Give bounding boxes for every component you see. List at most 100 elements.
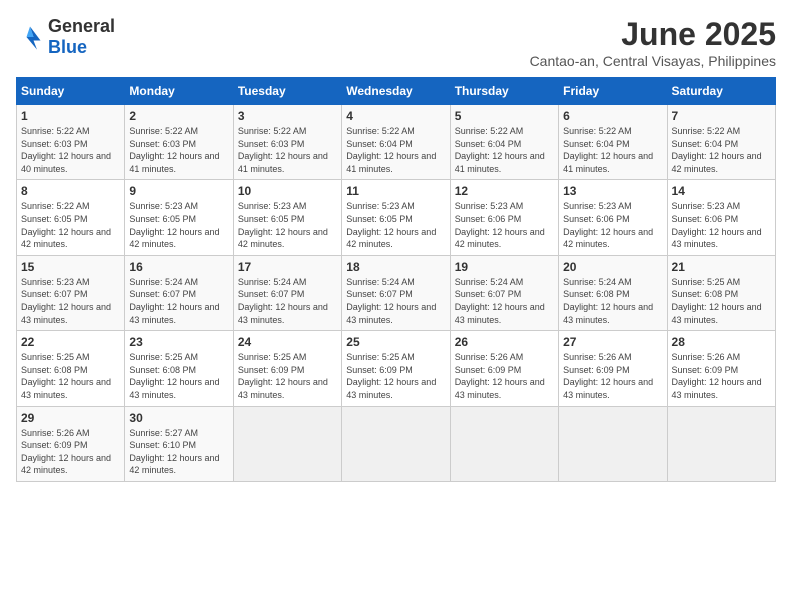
header-thursday: Thursday <box>450 78 558 105</box>
day-info: Sunrise: 5:25 AMSunset: 6:08 PMDaylight:… <box>672 276 771 326</box>
table-row: 19 Sunrise: 5:24 AMSunset: 6:07 PMDayligh… <box>450 255 558 330</box>
table-row: 18Sunrise: 5:24 AMSunset: 6:07 PMDayligh… <box>342 255 450 330</box>
day-info: Sunrise: 5:22 AMSunset: 6:04 PMDaylight:… <box>455 125 554 175</box>
table-row: 16 Sunrise: 5:24 AMSunset: 6:07 PMDayligh… <box>125 255 233 330</box>
day-info: Sunrise: 5:23 AMSunset: 6:05 PMDaylight:… <box>346 200 445 250</box>
day-info: Sunrise: 5:24 AMSunset: 6:07 PMDaylight:… <box>129 276 228 326</box>
day-info: Sunrise: 5:23 AMSunset: 6:05 PMDaylight:… <box>238 200 337 250</box>
day-number: 14 <box>672 184 771 198</box>
day-number: 5 <box>455 109 554 123</box>
day-number: 11 <box>346 184 445 198</box>
table-row: 9 Sunrise: 5:23 AMSunset: 6:05 PMDaylight… <box>125 180 233 255</box>
day-info: Sunrise: 5:23 AMSunset: 6:06 PMDaylight:… <box>563 200 662 250</box>
day-number: 25 <box>346 335 445 349</box>
table-row <box>342 406 450 481</box>
day-info: Sunrise: 5:24 AMSunset: 6:07 PMDaylight:… <box>238 276 337 326</box>
table-row: 26 Sunrise: 5:26 AMSunset: 6:09 PMDayligh… <box>450 331 558 406</box>
day-info: Sunrise: 5:25 AMSunset: 6:08 PMDaylight:… <box>129 351 228 401</box>
day-info: Sunrise: 5:24 AMSunset: 6:08 PMDaylight:… <box>563 276 662 326</box>
day-info: Sunrise: 5:24 AMSunset: 6:07 PMDaylight:… <box>346 276 445 326</box>
calendar-week-row: 1Sunrise: 5:22 AMSunset: 6:03 PMDaylight… <box>17 105 776 180</box>
day-info: Sunrise: 5:22 AMSunset: 6:04 PMDaylight:… <box>346 125 445 175</box>
table-row: 20 Sunrise: 5:24 AMSunset: 6:08 PMDayligh… <box>559 255 667 330</box>
day-info: Sunrise: 5:23 AMSunset: 6:05 PMDaylight:… <box>129 200 228 250</box>
day-number: 6 <box>563 109 662 123</box>
calendar-week-row: 15 Sunrise: 5:23 AMSunset: 6:07 PMDayligh… <box>17 255 776 330</box>
logo-general: General <box>48 16 115 36</box>
day-number: 28 <box>672 335 771 349</box>
day-number: 15 <box>21 260 120 274</box>
header-friday: Friday <box>559 78 667 105</box>
table-row: 24Sunrise: 5:25 AMSunset: 6:09 PMDayligh… <box>233 331 341 406</box>
day-number: 19 <box>455 260 554 274</box>
title-area: June 2025 Cantao-an, Central Visayas, Ph… <box>530 16 776 69</box>
header-monday: Monday <box>125 78 233 105</box>
day-number: 8 <box>21 184 120 198</box>
table-row: 28 Sunrise: 5:26 AMSunset: 6:09 PMDayligh… <box>667 331 775 406</box>
table-row: 1Sunrise: 5:22 AMSunset: 6:03 PMDaylight… <box>17 105 125 180</box>
table-row: 15 Sunrise: 5:23 AMSunset: 6:07 PMDayligh… <box>17 255 125 330</box>
day-number: 29 <box>21 411 120 425</box>
day-number: 17 <box>238 260 337 274</box>
day-number: 12 <box>455 184 554 198</box>
day-number: 21 <box>672 260 771 274</box>
calendar-table: Sunday Monday Tuesday Wednesday Thursday… <box>16 77 776 482</box>
logo-icon <box>16 23 44 51</box>
calendar-week-row: 8Sunrise: 5:22 AMSunset: 6:05 PMDaylight… <box>17 180 776 255</box>
table-row: 3 Sunrise: 5:22 AMSunset: 6:03 PMDaylight… <box>233 105 341 180</box>
table-row <box>450 406 558 481</box>
day-number: 4 <box>346 109 445 123</box>
day-number: 16 <box>129 260 228 274</box>
day-info: Sunrise: 5:26 AMSunset: 6:09 PMDaylight:… <box>563 351 662 401</box>
day-number: 10 <box>238 184 337 198</box>
day-info: Sunrise: 5:26 AMSunset: 6:09 PMDaylight:… <box>21 427 120 477</box>
day-info: Sunrise: 5:23 AMSunset: 6:07 PMDaylight:… <box>21 276 120 326</box>
table-row: 13Sunrise: 5:23 AMSunset: 6:06 PMDayligh… <box>559 180 667 255</box>
header-sunday: Sunday <box>17 78 125 105</box>
day-number: 30 <box>129 411 228 425</box>
table-row: 25Sunrise: 5:25 AMSunset: 6:09 PMDayligh… <box>342 331 450 406</box>
table-row: 5 Sunrise: 5:22 AMSunset: 6:04 PMDaylight… <box>450 105 558 180</box>
logo-text: General Blue <box>48 16 115 58</box>
day-number: 9 <box>129 184 228 198</box>
table-row: 10 Sunrise: 5:23 AMSunset: 6:05 PMDayligh… <box>233 180 341 255</box>
table-row: 30 Sunrise: 5:27 AMSunset: 6:10 PMDayligh… <box>125 406 233 481</box>
day-info: Sunrise: 5:25 AMSunset: 6:08 PMDaylight:… <box>21 351 120 401</box>
header-tuesday: Tuesday <box>233 78 341 105</box>
day-number: 23 <box>129 335 228 349</box>
day-number: 7 <box>672 109 771 123</box>
day-info: Sunrise: 5:23 AMSunset: 6:06 PMDaylight:… <box>672 200 771 250</box>
table-row: 6 Sunrise: 5:22 AMSunset: 6:04 PMDaylight… <box>559 105 667 180</box>
day-info: Sunrise: 5:26 AMSunset: 6:09 PMDaylight:… <box>455 351 554 401</box>
day-info: Sunrise: 5:25 AMSunset: 6:09 PMDaylight:… <box>238 351 337 401</box>
day-number: 26 <box>455 335 554 349</box>
day-number: 20 <box>563 260 662 274</box>
table-row <box>559 406 667 481</box>
table-row: 17 Sunrise: 5:24 AMSunset: 6:07 PMDayligh… <box>233 255 341 330</box>
header-wednesday: Wednesday <box>342 78 450 105</box>
day-info: Sunrise: 5:24 AMSunset: 6:07 PMDaylight:… <box>455 276 554 326</box>
day-info: Sunrise: 5:22 AMSunset: 6:04 PMDaylight:… <box>672 125 771 175</box>
month-year-title: June 2025 <box>530 16 776 53</box>
table-row: 23 Sunrise: 5:25 AMSunset: 6:08 PMDayligh… <box>125 331 233 406</box>
location-subtitle: Cantao-an, Central Visayas, Philippines <box>530 53 776 69</box>
header-saturday: Saturday <box>667 78 775 105</box>
table-row: 22Sunrise: 5:25 AMSunset: 6:08 PMDayligh… <box>17 331 125 406</box>
table-row: 27 Sunrise: 5:26 AMSunset: 6:09 PMDayligh… <box>559 331 667 406</box>
day-info: Sunrise: 5:27 AMSunset: 6:10 PMDaylight:… <box>129 427 228 477</box>
table-row <box>233 406 341 481</box>
table-row: 4 Sunrise: 5:22 AMSunset: 6:04 PMDaylight… <box>342 105 450 180</box>
table-row: 21 Sunrise: 5:25 AMSunset: 6:08 PMDayligh… <box>667 255 775 330</box>
logo-blue: Blue <box>48 37 87 57</box>
day-info: Sunrise: 5:23 AMSunset: 6:06 PMDaylight:… <box>455 200 554 250</box>
table-row: 2Sunrise: 5:22 AMSunset: 6:03 PMDaylight… <box>125 105 233 180</box>
day-info: Sunrise: 5:22 AMSunset: 6:04 PMDaylight:… <box>563 125 662 175</box>
day-info: Sunrise: 5:26 AMSunset: 6:09 PMDaylight:… <box>672 351 771 401</box>
calendar-header-row: Sunday Monday Tuesday Wednesday Thursday… <box>17 78 776 105</box>
day-info: Sunrise: 5:22 AMSunset: 6:03 PMDaylight:… <box>238 125 337 175</box>
calendar-week-row: 29 Sunrise: 5:26 AMSunset: 6:09 PMDayligh… <box>17 406 776 481</box>
table-row: 11 Sunrise: 5:23 AMSunset: 6:05 PMDayligh… <box>342 180 450 255</box>
calendar-week-row: 22Sunrise: 5:25 AMSunset: 6:08 PMDayligh… <box>17 331 776 406</box>
day-number: 27 <box>563 335 662 349</box>
day-number: 3 <box>238 109 337 123</box>
